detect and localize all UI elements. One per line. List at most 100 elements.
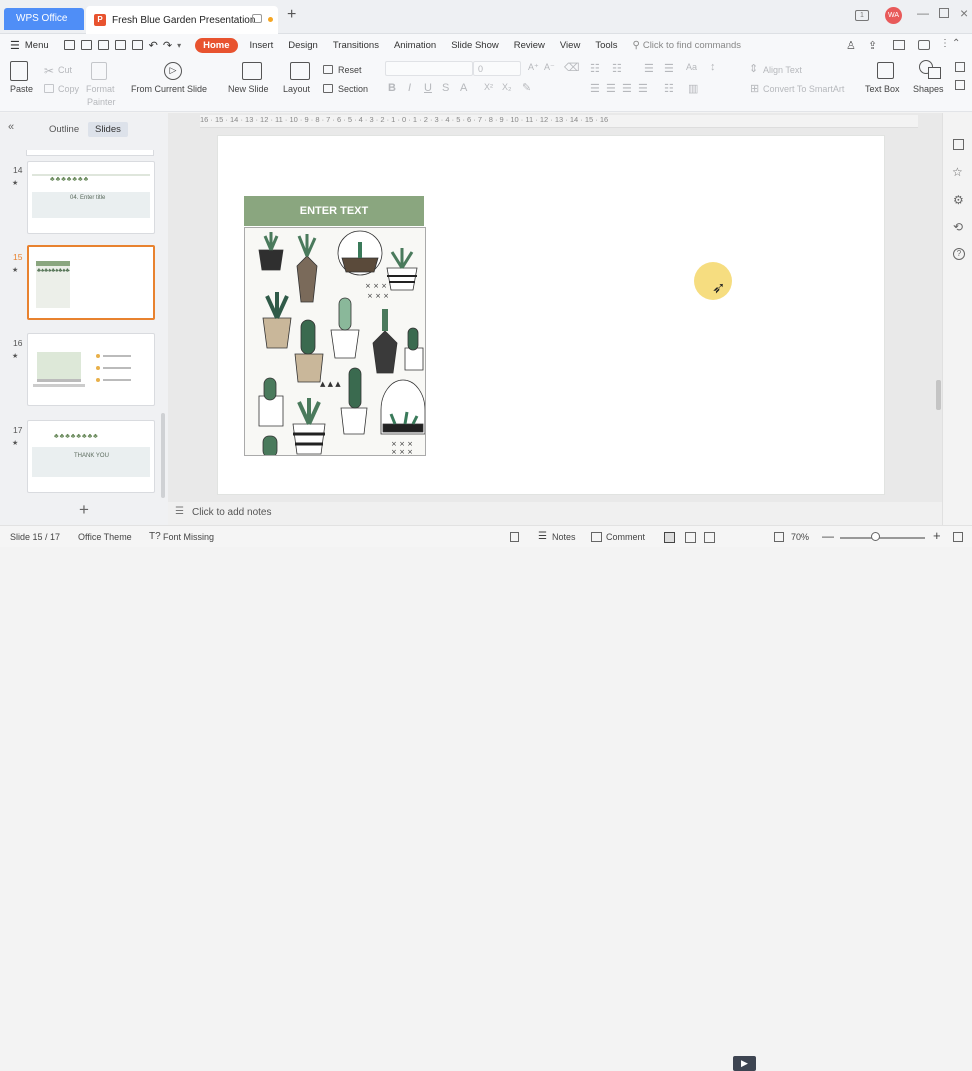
share-user-icon[interactable]: ♙: [846, 39, 856, 52]
tab-animation[interactable]: Animation: [394, 40, 436, 51]
text-columns-icon[interactable]: ▥: [688, 82, 698, 95]
bullets-icon[interactable]: ☷: [590, 62, 600, 75]
workspace-icon[interactable]: 1: [855, 10, 869, 21]
arrange-icon[interactable]: [955, 80, 965, 90]
align-center-icon[interactable]: ☰: [606, 82, 616, 95]
open-icon[interactable]: [63, 40, 75, 50]
share-icon[interactable]: ⇪: [868, 39, 877, 52]
menu-button[interactable]: Menu: [25, 40, 49, 51]
paste-button[interactable]: Paste: [10, 84, 33, 94]
subscript-icon[interactable]: X₂: [502, 82, 512, 92]
minimize-icon[interactable]: —: [917, 6, 929, 20]
print-preview-icon[interactable]: [131, 40, 143, 50]
help-icon[interactable]: ?: [953, 248, 965, 260]
justify-icon[interactable]: ☰: [638, 82, 648, 95]
slide-thumbnail-17[interactable]: ♣♣♣♣♣♣♣♣ THANK YOU: [27, 420, 155, 493]
reading-view-icon[interactable]: [704, 532, 715, 543]
zoom-slider[interactable]: [840, 537, 925, 539]
columns-icon[interactable]: ☷: [664, 82, 674, 95]
tab-home[interactable]: Home: [195, 37, 238, 53]
slide-thumbnail-16[interactable]: [27, 333, 155, 406]
play-slideshow-button[interactable]: ▶: [733, 1056, 756, 1071]
more-icon[interactable]: ⋮: [940, 38, 950, 49]
save-icon[interactable]: [80, 40, 92, 50]
notes-bar[interactable]: ☰ Click to add notes: [168, 502, 942, 525]
hamburger-icon[interactable]: ☰: [10, 39, 20, 52]
transition-icon[interactable]: ⚙: [953, 193, 964, 207]
strikethrough-icon[interactable]: S: [442, 82, 449, 94]
text-box-button[interactable]: Text Box: [865, 84, 900, 94]
highlight-icon[interactable]: ✎: [522, 81, 531, 94]
panel-scrollbar[interactable]: [161, 413, 165, 498]
clear-format-icon[interactable]: ⌫: [564, 61, 580, 74]
slide-thumbnail-13-partial[interactable]: [26, 150, 154, 156]
italic-icon[interactable]: I: [408, 82, 411, 94]
undo-icon[interactable]: ↶: [149, 39, 158, 52]
slide-canvas[interactable]: ENTER TEXT × × × × × × ▲ ▲ ▲ × × × × × ×…: [217, 135, 885, 495]
customize-dropdown-icon[interactable]: ▾: [177, 41, 181, 50]
avatar[interactable]: WA: [885, 7, 902, 24]
slide-thumbnail-15[interactable]: ♣♠♣♠♣♠♣♠♣♠♣♠♣♠♣♠♣♠♣♠♣♠♣♠: [27, 245, 155, 320]
text-direction-icon[interactable]: Aa: [686, 62, 697, 72]
from-current-slide-button[interactable]: From Current Slide: [131, 84, 207, 94]
normal-view-icon[interactable]: [664, 532, 675, 543]
close-icon[interactable]: ×: [960, 5, 968, 21]
new-tab-icon[interactable]: +: [287, 6, 296, 24]
reset-button[interactable]: Reset: [338, 65, 362, 75]
notes-placeholder[interactable]: Click to add notes: [192, 507, 272, 518]
cactus-illustration[interactable]: × × × × × × ▲ ▲ ▲ × × × × × ×: [244, 227, 426, 456]
font-size-select[interactable]: 0: [473, 61, 521, 76]
font-family-select[interactable]: [385, 61, 473, 76]
font-missing[interactable]: Font Missing: [163, 532, 214, 542]
increase-font-icon[interactable]: A⁺: [528, 62, 539, 73]
superscript-icon[interactable]: X²: [484, 82, 493, 92]
zoom-in-icon[interactable]: +: [933, 528, 941, 543]
fullscreen-icon[interactable]: [953, 532, 963, 542]
maximize-icon[interactable]: [939, 8, 949, 18]
fit-icon[interactable]: [774, 532, 784, 542]
comment-icon[interactable]: [918, 40, 930, 50]
slide-thumbnail-14[interactable]: ♣♣♣♣♣♣♣ 04. Enter title: [27, 161, 155, 234]
numbering-icon[interactable]: ☷: [612, 62, 622, 75]
section-button[interactable]: Section: [338, 84, 368, 94]
picture-icon[interactable]: [955, 62, 965, 72]
tab-slide-show[interactable]: Slide Show: [451, 40, 499, 51]
paste-icon[interactable]: [10, 61, 28, 81]
canvas-scrollbar[interactable]: [936, 380, 941, 410]
animation-icon[interactable]: ☆: [952, 165, 963, 179]
add-slide-icon[interactable]: +: [79, 500, 89, 520]
tab-outline[interactable]: Outline: [49, 124, 79, 135]
redo-icon[interactable]: ↷: [163, 39, 172, 52]
wps-office-tab[interactable]: WPS Office: [4, 8, 84, 30]
slide-header-box[interactable]: ENTER TEXT: [244, 196, 424, 226]
align-text-button[interactable]: Align Text: [763, 65, 802, 75]
tab-insert[interactable]: Insert: [250, 40, 274, 51]
notes-toggle[interactable]: Notes: [552, 532, 576, 542]
line-spacing-icon[interactable]: ↕: [710, 61, 716, 73]
shapes-button[interactable]: Shapes: [913, 84, 944, 94]
collapse-panel-icon[interactable]: «: [8, 121, 14, 133]
tab-view[interactable]: View: [560, 40, 580, 51]
play-icon[interactable]: ▷: [164, 62, 182, 80]
history-icon[interactable]: ⟲: [953, 220, 963, 234]
bold-icon[interactable]: B: [388, 82, 396, 94]
print-icon[interactable]: [114, 40, 126, 50]
window-tile-icon[interactable]: [252, 14, 262, 23]
zoom-out-icon[interactable]: —: [822, 529, 834, 543]
tab-transitions[interactable]: Transitions: [333, 40, 379, 51]
collapse-ribbon-icon[interactable]: ⌃: [952, 38, 960, 49]
protect-icon[interactable]: [510, 532, 519, 542]
cut-button[interactable]: Cut: [58, 65, 72, 75]
tab-slides[interactable]: Slides: [88, 122, 128, 137]
tab-design[interactable]: Design: [288, 40, 318, 51]
tab-tools[interactable]: Tools: [595, 40, 617, 51]
format-painter-button[interactable]: Format: [86, 84, 115, 94]
underline-icon[interactable]: U: [424, 82, 432, 94]
tab-review[interactable]: Review: [514, 40, 545, 51]
align-left-icon[interactable]: ☰: [590, 82, 600, 95]
properties-icon[interactable]: [953, 139, 964, 150]
comment-toggle[interactable]: Comment: [606, 532, 645, 542]
document-tab[interactable]: P Fresh Blue Garden Presentation: [86, 6, 278, 34]
zoom-level[interactable]: 70%: [791, 532, 809, 542]
zoom-slider-handle[interactable]: [871, 532, 880, 541]
